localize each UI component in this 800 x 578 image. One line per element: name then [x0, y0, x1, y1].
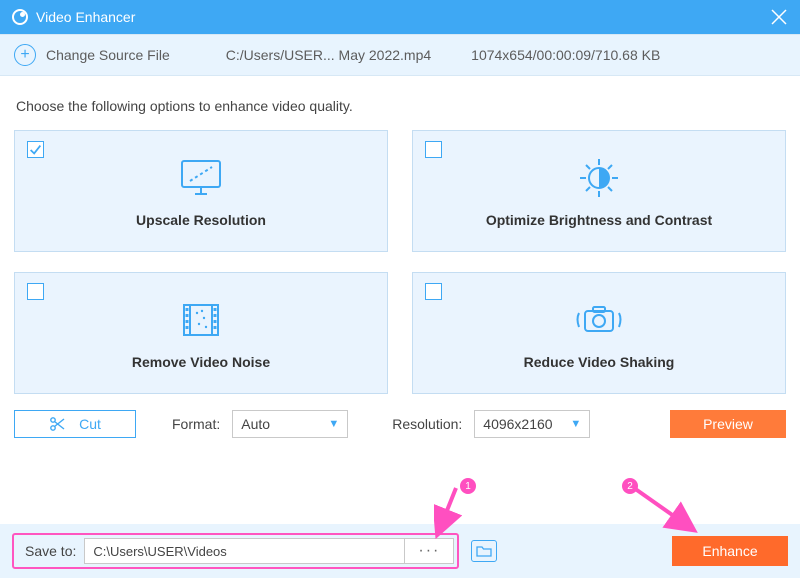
- browse-button[interactable]: ···: [404, 538, 454, 564]
- instruction-text: Choose the following options to enhance …: [0, 76, 800, 130]
- format-select[interactable]: Auto ▼: [232, 410, 348, 438]
- enhance-label: Enhance: [702, 543, 757, 559]
- resolution-label: Resolution:: [392, 416, 462, 432]
- option-brightness-contrast[interactable]: Optimize Brightness and Contrast: [412, 130, 786, 252]
- format-value: Auto: [241, 416, 270, 432]
- option-label: Reduce Video Shaking: [524, 354, 675, 370]
- format-label: Format:: [172, 416, 220, 432]
- source-meta: 1074x654/00:00:09/710.68 KB: [471, 47, 660, 63]
- option-reduce-shaking[interactable]: Reduce Video Shaking: [412, 272, 786, 394]
- annotation-badge-2: 2: [622, 478, 638, 494]
- change-source-button[interactable]: Change Source File: [46, 47, 170, 63]
- checkbox-noise[interactable]: [27, 283, 44, 300]
- film-icon: [176, 296, 226, 344]
- option-upscale-resolution[interactable]: Upscale Resolution: [14, 130, 388, 252]
- cut-label: Cut: [79, 416, 101, 432]
- save-group-highlight: Save to: C:\Users\USER\Videos ···: [12, 533, 459, 569]
- title-bar: Video Enhancer: [0, 0, 800, 34]
- source-bar: + Change Source File C:/Users/USER... Ma…: [0, 34, 800, 76]
- caret-down-icon: ▼: [570, 418, 581, 430]
- monitor-icon: [176, 154, 226, 202]
- preview-button[interactable]: Preview: [670, 410, 786, 438]
- sun-icon: [574, 154, 624, 202]
- resolution-value: 4096x2160: [483, 416, 552, 432]
- resolution-select[interactable]: 4096x2160 ▼: [474, 410, 590, 438]
- option-label: Remove Video Noise: [132, 354, 270, 370]
- save-to-label: Save to:: [17, 543, 84, 559]
- camera-shake-icon: [571, 296, 627, 344]
- close-button[interactable]: [770, 8, 788, 26]
- save-path-input[interactable]: C:\Users\USER\Videos: [84, 538, 404, 564]
- caret-down-icon: ▼: [328, 418, 339, 430]
- option-label: Upscale Resolution: [136, 212, 266, 228]
- open-folder-button[interactable]: [471, 540, 497, 562]
- preview-label: Preview: [703, 416, 753, 432]
- controls-row: Cut Format: Auto ▼ Resolution: 4096x2160…: [0, 394, 800, 438]
- save-path-value: C:\Users\USER\Videos: [93, 544, 226, 559]
- options-grid: Upscale Resolution Optimize Brightness a…: [0, 130, 800, 394]
- checkbox-shaking[interactable]: [425, 283, 442, 300]
- annotation-badge-1: 1: [460, 478, 476, 494]
- scissors-icon: [49, 416, 65, 432]
- option-remove-noise[interactable]: Remove Video Noise: [14, 272, 388, 394]
- save-bar: Save to: C:\Users\USER\Videos ··· Enhanc…: [0, 524, 800, 578]
- checkbox-brightness[interactable]: [425, 141, 442, 158]
- option-label: Optimize Brightness and Contrast: [486, 212, 712, 228]
- cut-button[interactable]: Cut: [14, 410, 136, 438]
- add-source-icon[interactable]: +: [14, 44, 36, 66]
- app-title: Video Enhancer: [36, 9, 135, 25]
- source-path: C:/Users/USER... May 2022.mp4: [226, 47, 431, 63]
- folder-icon: [476, 545, 492, 557]
- enhance-button[interactable]: Enhance: [672, 536, 788, 566]
- app-logo-icon: [12, 9, 28, 25]
- checkbox-upscale[interactable]: [27, 141, 44, 158]
- ellipsis-icon: ···: [418, 542, 440, 560]
